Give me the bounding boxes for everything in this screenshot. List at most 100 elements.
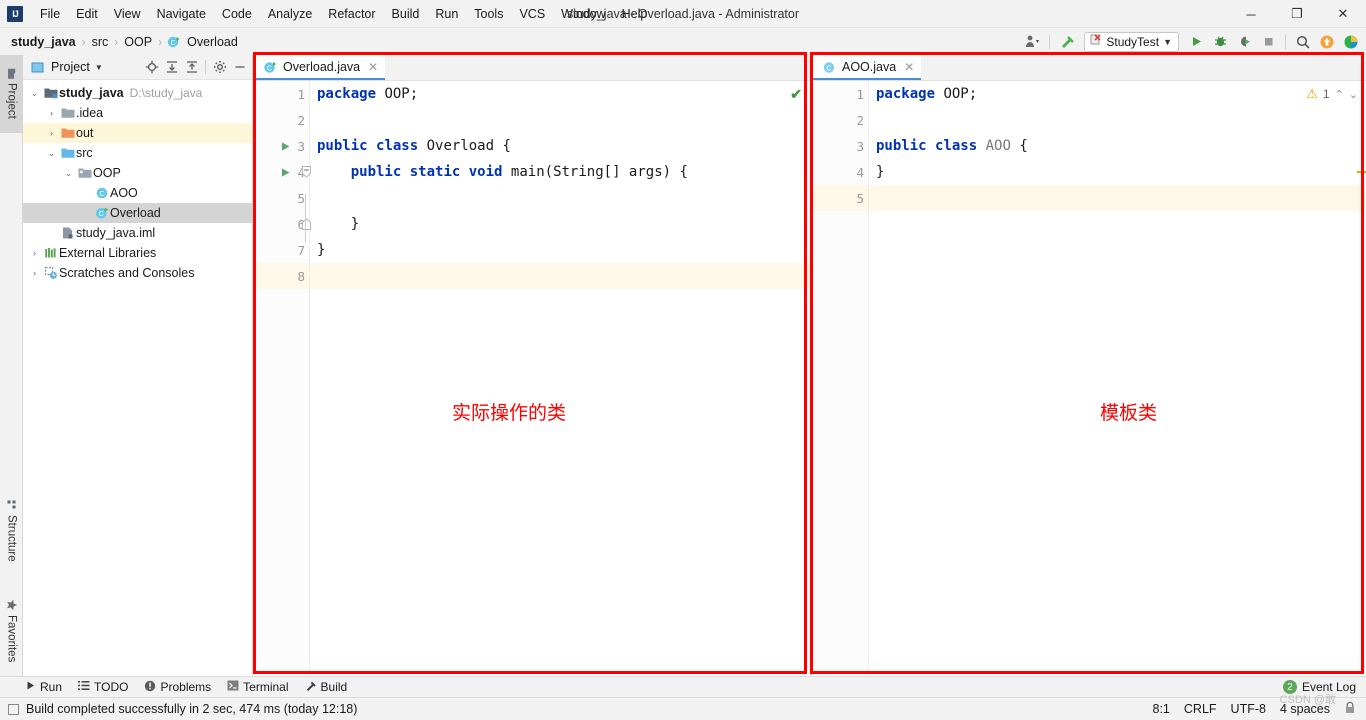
search-icon[interactable] [1292, 31, 1314, 53]
settings-gear-icon[interactable] [210, 58, 229, 77]
file-encoding[interactable]: UTF-8 [1231, 702, 1266, 716]
menu-item-tools[interactable]: Tools [466, 4, 511, 24]
menu-item-file[interactable]: File [32, 4, 68, 24]
expand-all-icon[interactable] [162, 58, 181, 77]
color-picker-icon[interactable] [1340, 31, 1362, 53]
chevron-right-icon[interactable]: › [44, 108, 59, 118]
stop-icon[interactable] [1257, 31, 1279, 53]
indent-setting[interactable]: 4 spaces [1280, 702, 1330, 716]
collapse-all-icon[interactable] [182, 58, 201, 77]
menu-item-edit[interactable]: Edit [68, 4, 106, 24]
breadcrumb-item-overload[interactable]: Overload [184, 35, 241, 49]
run-gutter-icon[interactable] [280, 133, 293, 159]
code-line[interactable]: } [310, 211, 810, 237]
menu-item-analyze[interactable]: Analyze [260, 4, 320, 24]
chevron-right-icon[interactable]: › [27, 248, 42, 258]
caret-position[interactable]: 8:1 [1153, 702, 1170, 716]
menu-item-navigate[interactable]: Navigate [149, 4, 214, 24]
code-line[interactable] [869, 107, 1366, 133]
editor-tab-overload[interactable]: C Overload.java ✕ [253, 55, 386, 80]
problems-icon [144, 680, 156, 695]
maximize-button[interactable]: ❐ [1274, 0, 1320, 28]
code-token: OOP [943, 86, 969, 102]
bottom-tool-label: Run [40, 680, 63, 694]
project-tool-window: Project ▼ ⌄ study_java D:\study_java › .… [23, 55, 253, 677]
code-line[interactable]: } [310, 237, 810, 263]
editor-code-right[interactable]: package OOP; public class AOO {} [869, 81, 1366, 677]
tree-item-idea[interactable]: › .idea [23, 103, 252, 123]
bottom-tool-run[interactable]: Run [25, 680, 62, 694]
menu-item-run[interactable]: Run [427, 4, 466, 24]
code-line[interactable] [310, 107, 810, 133]
chevron-right-icon[interactable]: › [44, 128, 59, 138]
tree-item-aoo[interactable]: C AOO [23, 183, 252, 203]
code-line[interactable]: public class Overload { [310, 133, 810, 159]
editor-gutter-left[interactable]: 1 2 3 4 5 6 7 8 [253, 81, 311, 677]
menu-item-view[interactable]: View [106, 4, 149, 24]
chevron-down-icon[interactable]: ⌄ [27, 88, 42, 99]
tree-item-src[interactable]: ⌄ src [23, 143, 252, 163]
run-gutter-icon[interactable] [280, 159, 293, 185]
tree-item-overload[interactable]: C Overload [23, 203, 252, 223]
event-log-button[interactable]: 2 Event Log [1282, 680, 1366, 694]
build-hammer-icon[interactable] [1056, 31, 1078, 53]
tree-item-out[interactable]: › out [23, 123, 252, 143]
line-number: 7 [297, 242, 305, 258]
menu-item-vcs[interactable]: VCS [511, 4, 553, 24]
menu-item-code[interactable]: Code [214, 4, 260, 24]
menu-item-help[interactable]: Help [614, 4, 656, 24]
editor-tab-aoo[interactable]: C AOO.java ✕ [812, 55, 922, 80]
update-project-icon[interactable] [1316, 31, 1338, 53]
sidebar-item-favorites[interactable]: Favorites [0, 594, 23, 667]
chevron-down-icon[interactable]: ⌄ [61, 168, 76, 179]
gutter-line: 1 [812, 81, 868, 107]
code-line[interactable] [310, 185, 810, 211]
code-line[interactable]: } [869, 159, 1366, 185]
code-line[interactable]: package OOP; [310, 81, 810, 107]
locate-icon[interactable] [142, 58, 161, 77]
code-line[interactable]: public class AOO { [869, 133, 1366, 159]
breadcrumb-item-oop[interactable]: OOP [121, 35, 155, 49]
tree-item-study-java-iml[interactable]: study_java.iml [23, 223, 252, 243]
tree-item-external-libraries[interactable]: › External Libraries [23, 243, 252, 263]
line-separator[interactable]: CRLF [1184, 702, 1217, 716]
profiler-icon[interactable] [1021, 31, 1043, 53]
debug-icon[interactable] [1209, 31, 1231, 53]
menu-item-window[interactable]: Window [553, 4, 613, 24]
chevron-down-icon[interactable]: ▼ [95, 63, 103, 72]
breadcrumb-item-src[interactable]: src [89, 35, 112, 49]
code-line[interactable]: package OOP; [869, 81, 1366, 107]
run-configuration-selector[interactable]: StudyTest ▼ [1084, 31, 1179, 52]
menu-item-build[interactable]: Build [384, 4, 428, 24]
menu-item-refactor[interactable]: Refactor [320, 4, 383, 24]
code-line[interactable] [310, 263, 810, 289]
code-line[interactable]: public static void main(String[] args) { [310, 159, 810, 185]
run-icon[interactable] [1185, 31, 1207, 53]
sidebar-item-structure[interactable]: Structure [0, 496, 23, 567]
tree-item-oop[interactable]: ⌄ OOP [23, 163, 252, 183]
sidebar-item-project[interactable]: Project [0, 55, 23, 133]
bottom-tool-todo[interactable]: TODO [78, 680, 128, 694]
chevron-up-icon[interactable]: ⌃ [1335, 88, 1344, 101]
code-line[interactable] [869, 185, 1366, 211]
breadcrumb-item-project[interactable]: study_java [8, 35, 79, 49]
run-coverage-icon[interactable] [1233, 31, 1255, 53]
editor-code-left[interactable]: package OOP; public class Overload { pub… [310, 81, 810, 677]
minimize-button[interactable]: ─ [1228, 0, 1274, 28]
chevron-down-icon[interactable]: ⌄ [44, 148, 59, 159]
warning-marker[interactable] [1357, 171, 1366, 173]
chevron-down-icon[interactable]: ⌄ [1349, 88, 1358, 101]
tree-item-study-java[interactable]: ⌄ study_java D:\study_java [23, 83, 252, 103]
close-button[interactable]: ✕ [1320, 0, 1366, 28]
hide-panel-icon[interactable] [230, 58, 249, 77]
editor-gutter-right[interactable]: 1 2 3 4 5 [812, 81, 869, 677]
close-icon[interactable]: ✕ [904, 60, 914, 74]
tree-item-scratches-and-consoles[interactable]: › Scratches and Consoles [23, 263, 252, 283]
bottom-tool-problems[interactable]: Problems [144, 680, 211, 695]
chevron-right-icon[interactable]: › [27, 268, 42, 278]
close-icon[interactable]: ✕ [368, 60, 378, 74]
bottom-tool-build[interactable]: Build [305, 680, 347, 695]
bottom-tool-terminal[interactable]: Terminal [227, 680, 289, 694]
lock-icon[interactable] [1344, 701, 1356, 717]
